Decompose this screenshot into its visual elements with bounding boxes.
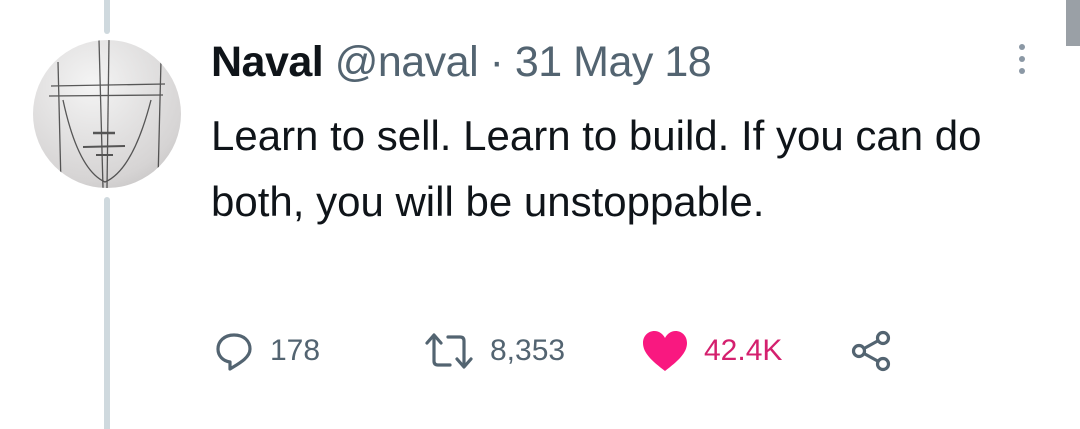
like-count: 42.4K xyxy=(704,334,783,367)
scrollbar[interactable] xyxy=(1066,0,1080,46)
like-button[interactable]: 42.4K xyxy=(642,330,850,372)
display-name[interactable]: Naval xyxy=(211,38,324,86)
handle[interactable]: @naval xyxy=(335,38,479,86)
reply-button[interactable]: 178 xyxy=(214,331,424,371)
retweet-button[interactable]: 8,353 xyxy=(424,331,642,371)
heart-icon xyxy=(643,331,687,371)
thread-line-top xyxy=(104,0,110,34)
tweet-date[interactable]: 31 May 18 xyxy=(515,38,712,86)
thread-line-bottom xyxy=(104,197,110,429)
retweet-count: 8,353 xyxy=(490,334,566,367)
share-icon xyxy=(851,330,891,372)
reply-count: 178 xyxy=(270,334,321,367)
separator: · xyxy=(489,38,504,86)
share-button[interactable] xyxy=(850,330,892,372)
tweet-actions: 178 8,353 42.4K xyxy=(214,328,892,374)
sketch-face-icon xyxy=(48,40,166,188)
retweet-icon xyxy=(425,333,473,369)
avatar[interactable] xyxy=(33,40,181,188)
tweet-header: Naval @naval · 31 May 18 xyxy=(211,38,712,87)
more-icon[interactable] xyxy=(1016,44,1028,80)
reply-icon xyxy=(216,333,252,371)
tweet-text: Learn to sell. Learn to build. If you ca… xyxy=(211,112,982,225)
